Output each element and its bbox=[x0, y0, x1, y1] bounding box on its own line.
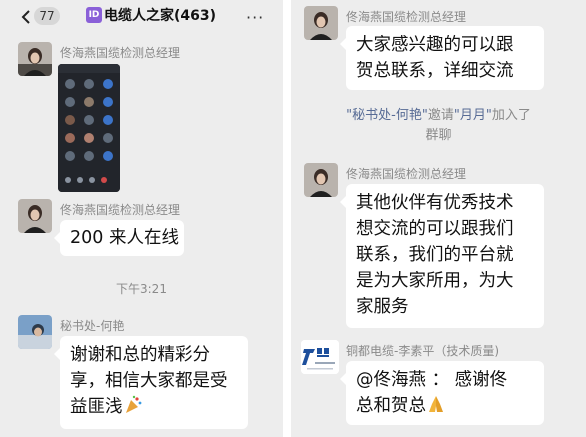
message-text: 总和贺总 bbox=[356, 393, 534, 419]
group-title: 电缆人之家(463) bbox=[104, 8, 217, 24]
company-logo-avatar[interactable] bbox=[301, 340, 339, 374]
left-chat-panel: 77 ID 电缆人之家(463) ··· 佟海燕国缆检测总经理 佟海燕国缆检测总… bbox=[0, 0, 283, 437]
message-text: 大家感兴趣的可以跟 bbox=[356, 35, 514, 55]
avatar[interactable] bbox=[18, 199, 52, 233]
time-divider: 下午3:21 bbox=[116, 282, 167, 296]
invitee-link[interactable]: "月月" bbox=[454, 108, 492, 123]
party-popper-icon bbox=[125, 395, 141, 413]
system-text: 加入了 bbox=[491, 108, 531, 123]
message-text: 家服务 bbox=[356, 297, 409, 317]
message-text: @佟海燕 ： 感谢佟 bbox=[356, 370, 508, 390]
message-bubble[interactable]: 大家感兴趣的可以跟 贺总联系，详细交流 bbox=[340, 26, 544, 90]
message-text: 想交流的可以跟我们 bbox=[356, 219, 514, 239]
message-text: 益匪浅 bbox=[70, 394, 238, 420]
message-bubble[interactable]: 其他伙伴有优秀技术 想交流的可以跟我们 联系，我们的平台就 是为大家所用，为大 … bbox=[340, 184, 544, 328]
avatar[interactable] bbox=[18, 315, 52, 349]
message-text: 享，相信大家都是受 bbox=[70, 371, 228, 391]
message-text: 总和贺总 bbox=[356, 396, 426, 416]
message-text: 200 来人在线 bbox=[70, 228, 179, 248]
system-text: 邀请 bbox=[427, 108, 454, 123]
sender-name: 佟海燕国缆检测总经理 bbox=[346, 10, 467, 24]
message-text: 其他伙伴有优秀技术 bbox=[356, 193, 514, 213]
image-message[interactable] bbox=[58, 64, 120, 192]
sender-name: 佟海燕国缆检测总经理 bbox=[60, 203, 181, 217]
avatar[interactable] bbox=[304, 163, 338, 197]
message-text: 贺总联系，详细交流 bbox=[356, 61, 514, 81]
more-horizontal-icon[interactable]: ··· bbox=[246, 8, 264, 27]
inviter-link[interactable]: "秘书处-何艳" bbox=[346, 108, 428, 123]
folded-hands-icon bbox=[429, 396, 443, 412]
message-text: 是为大家所用，为大 bbox=[356, 271, 514, 291]
message-text: 联系，我们的平台就 bbox=[356, 245, 514, 265]
message-text: 谢谢和总的精彩分 bbox=[70, 345, 210, 365]
sender-name: 秘书处-何艳 bbox=[60, 319, 125, 333]
chevron-left-icon[interactable] bbox=[18, 9, 34, 25]
sender-name: 铜都电缆-李素平（技术质量) bbox=[346, 344, 500, 358]
sender-name: 佟海燕国缆检测总经理 bbox=[60, 46, 181, 60]
unread-count-badge[interactable]: 77 bbox=[34, 7, 60, 25]
right-chat-panel: 佟海燕国缆检测总经理 大家感兴趣的可以跟 贺总联系，详细交流 "秘书处-何艳"邀… bbox=[291, 0, 586, 437]
message-bubble[interactable]: 谢谢和总的精彩分 享，相信大家都是受 益匪浅 bbox=[54, 336, 248, 429]
message-text: 益匪浅 bbox=[70, 397, 123, 417]
group-type-icon: ID bbox=[86, 7, 102, 23]
avatar[interactable] bbox=[304, 6, 338, 40]
sender-name: 佟海燕国缆检测总经理 bbox=[346, 167, 467, 181]
system-text: 群聊 bbox=[425, 128, 452, 143]
avatar[interactable] bbox=[18, 42, 52, 76]
system-message: "秘书处-何艳"邀请"月月"加入了 群聊 bbox=[291, 106, 586, 146]
message-bubble[interactable]: @佟海燕 ： 感谢佟 总和贺总 bbox=[340, 361, 544, 425]
message-bubble[interactable]: 200 来人在线 bbox=[54, 220, 184, 256]
